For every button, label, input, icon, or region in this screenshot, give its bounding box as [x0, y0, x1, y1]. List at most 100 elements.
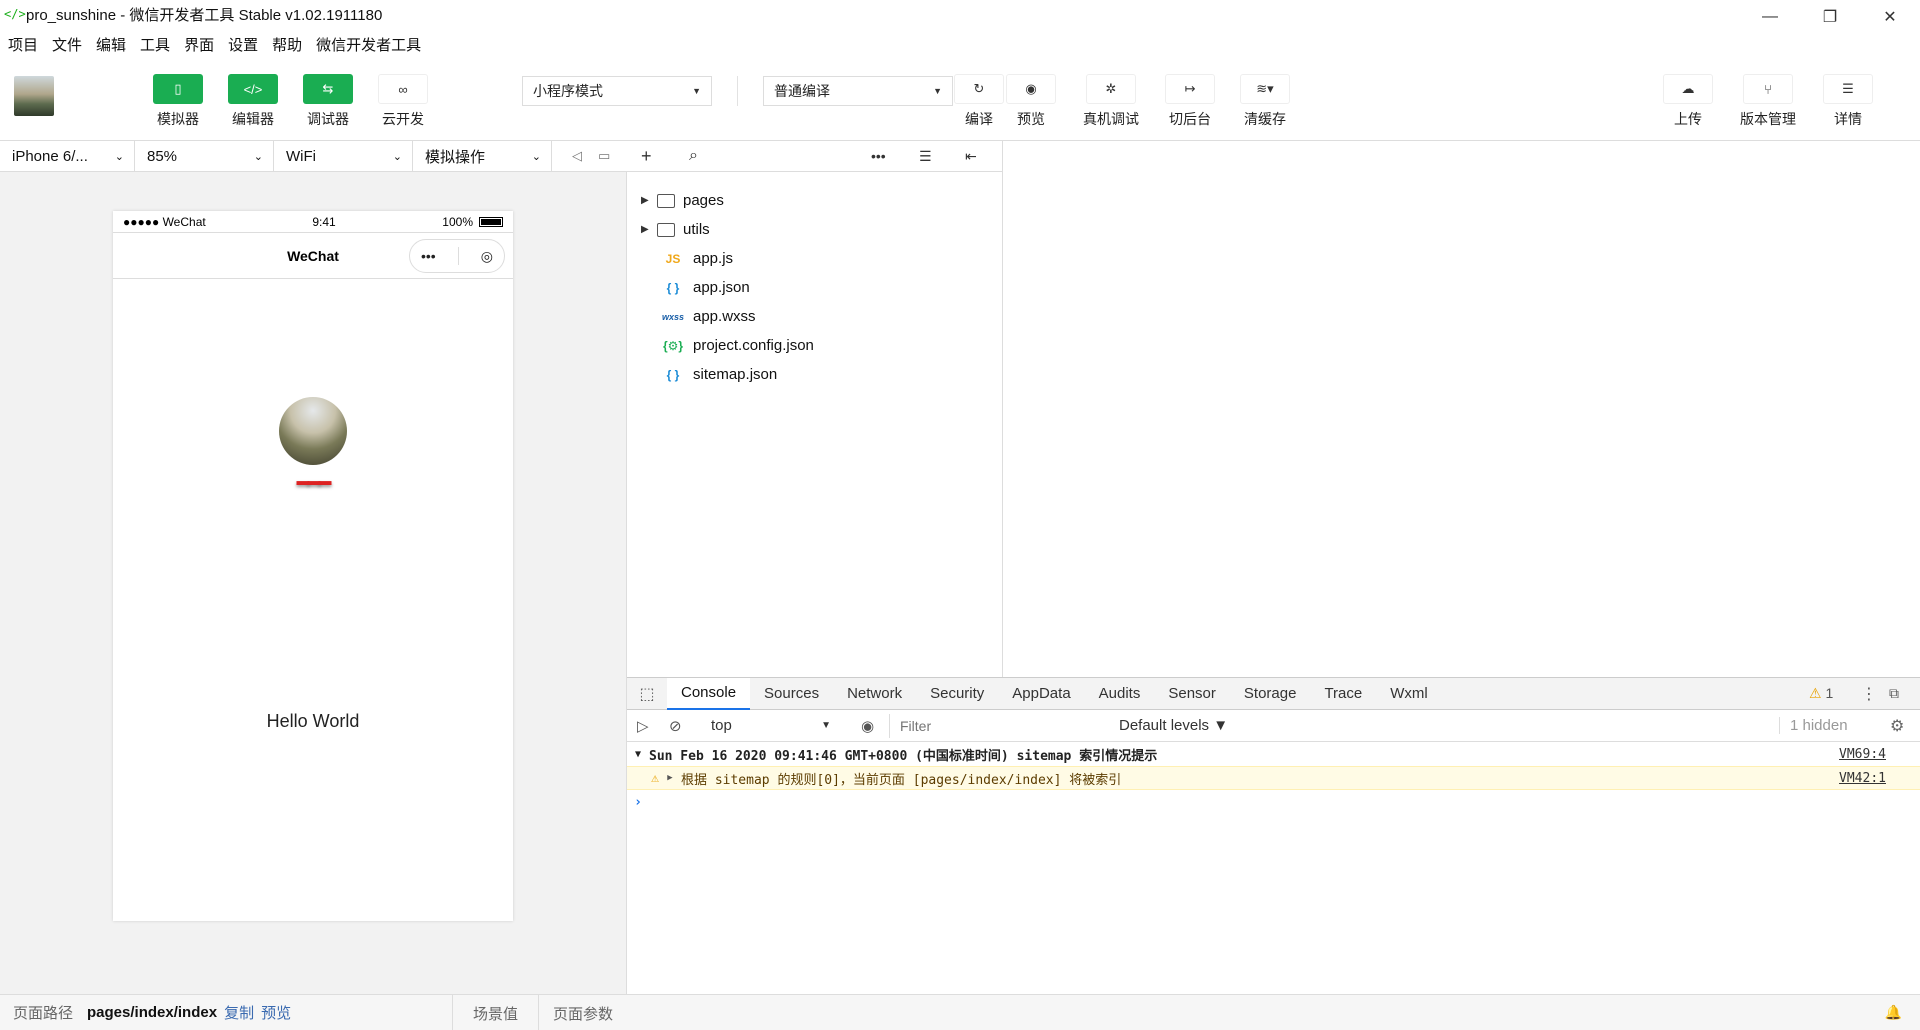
user-nickname: ▬▬▬	[296, 473, 332, 488]
js-file-icon: JS	[665, 251, 681, 266]
tree-file-sitemap-json[interactable]: { } sitemap.json	[627, 360, 1002, 389]
tab-network[interactable]: Network	[833, 678, 916, 710]
device-select[interactable]: iPhone 6/... ⌄	[0, 141, 135, 171]
tab-trace[interactable]: Trace	[1310, 678, 1376, 710]
editor-toggle-button[interactable]: </> 编辑器	[220, 74, 286, 129]
menu-item-interface[interactable]: 界面	[184, 34, 214, 55]
editor-area[interactable]	[1003, 140, 1920, 677]
close-circle-icon[interactable]: ◎	[481, 248, 493, 265]
simulate-operation-select[interactable]: 模拟操作 ⌄	[413, 141, 552, 171]
expand-arrow-icon[interactable]: ▶	[659, 773, 681, 783]
tree-file-app-wxss[interactable]: wxss app.wxss	[627, 302, 1002, 331]
file-name: sitemap.json	[693, 366, 778, 383]
devtools-menu-icon[interactable]: ⋮	[1861, 684, 1877, 704]
details-label: 详情	[1834, 111, 1862, 127]
console-settings-gear-icon[interactable]: ⚙	[1890, 716, 1904, 736]
simulator-label: 模拟器	[157, 111, 199, 127]
tab-wxml[interactable]: Wxml	[1376, 678, 1442, 710]
notification-bell-icon[interactable]: 🔔	[1885, 1004, 1902, 1021]
add-icon[interactable]: +	[641, 146, 652, 167]
tree-file-project-config[interactable]: {⚙} project.config.json	[627, 331, 1002, 360]
menu-item-wechat-devtools[interactable]: 微信开发者工具	[316, 34, 421, 55]
menu-item-help[interactable]: 帮助	[272, 34, 302, 55]
code-icon: </>	[228, 74, 278, 104]
folder-icon	[657, 193, 675, 208]
log-source-link[interactable]: VM69:4	[1839, 747, 1886, 762]
console-filter-input[interactable]	[889, 714, 1109, 738]
preview-button[interactable]: ◉ 预览	[998, 74, 1064, 129]
clear-cache-button[interactable]: ≋▾ 清缓存	[1232, 74, 1298, 129]
chevron-down-icon: ▼	[933, 86, 942, 96]
collapse-all-icon[interactable]: ☰	[919, 148, 932, 165]
tree-file-app-js[interactable]: JS app.js	[627, 244, 1002, 273]
menu-item-settings[interactable]: 设置	[228, 34, 258, 55]
tab-console[interactable]: Console	[667, 677, 751, 710]
cloud-dev-button[interactable]: ∞ 云开发	[370, 74, 436, 129]
refresh-icon: ↻	[954, 74, 1004, 104]
copy-path-link[interactable]: 复制	[224, 1002, 254, 1023]
menu-item-project[interactable]: 项目	[8, 34, 38, 55]
close-button[interactable]: ✕	[1860, 0, 1920, 34]
network-select[interactable]: WiFi ⌄	[274, 141, 413, 171]
sidebar-toggle-icon[interactable]: ▷	[637, 717, 649, 735]
version-management-button[interactable]: ⑂ 版本管理	[1735, 74, 1801, 129]
console-prompt[interactable]: ›	[627, 790, 1920, 814]
tree-folder-pages[interactable]: ▶ pages	[627, 186, 1002, 215]
tab-sensor[interactable]: Sensor	[1154, 678, 1230, 710]
toggle-sidebar-icon[interactable]: ⇤	[965, 148, 977, 165]
window-mode-icon[interactable]: ▭	[598, 148, 610, 164]
page-params-button[interactable]: 页面参数	[538, 995, 627, 1030]
menu-item-file[interactable]: 文件	[52, 34, 82, 55]
expand-triangle-icon[interactable]: ▼	[627, 749, 649, 760]
layers-icon: ≋▾	[1240, 74, 1290, 104]
minimize-button[interactable]: —	[1740, 0, 1800, 34]
chevron-down-icon: ⌄	[392, 150, 402, 163]
more-icon[interactable]: •••	[421, 248, 436, 264]
user-avatar[interactable]	[14, 76, 54, 116]
tab-security[interactable]: Security	[916, 678, 998, 710]
menu-item-edit[interactable]: 编辑	[96, 34, 126, 55]
tab-storage[interactable]: Storage	[1230, 678, 1311, 710]
remote-debug-button[interactable]: ✲ 真机调试	[1078, 74, 1144, 129]
simulator-toggle-button[interactable]: ▯ 模拟器	[145, 74, 211, 129]
switch-background-button[interactable]: ↦ 切后台	[1157, 74, 1223, 129]
console-message-group[interactable]: ▼ Sun Feb 16 2020 09:41:46 GMT+0800 (中国标…	[627, 742, 1920, 766]
clear-console-icon[interactable]: ⊘	[669, 717, 682, 735]
more-options-icon[interactable]: •••	[871, 148, 886, 164]
restore-button[interactable]: ❐	[1800, 0, 1860, 34]
mode-select[interactable]: 小程序模式 ▼	[522, 76, 712, 106]
context-select[interactable]: top ▼	[699, 714, 839, 738]
details-button[interactable]: ☰ 详情	[1815, 74, 1881, 129]
user-avatar-image[interactable]	[279, 397, 347, 465]
compile-mode-select[interactable]: 普通编译 ▼	[763, 76, 953, 106]
phone-nav-bar: WeChat ••• ◎	[113, 233, 513, 279]
config-file-icon: {⚙}	[662, 338, 684, 353]
log-levels-select[interactable]: Default levels ▼	[1119, 717, 1228, 734]
scene-value-button[interactable]: 场景值	[452, 995, 538, 1030]
inspect-element-icon[interactable]: ⬚	[627, 684, 667, 704]
device-select-value: iPhone 6/...	[12, 147, 88, 165]
preview-path-link[interactable]: 预览	[261, 1002, 291, 1023]
tree-file-app-json[interactable]: { } app.json	[627, 273, 1002, 302]
console-message-warning[interactable]: ⚠ ▶ 根据 sitemap 的规则[0]，当前页面 [pages/index/…	[627, 766, 1920, 790]
warning-counter[interactable]: ⚠ 1	[1809, 685, 1833, 702]
tab-audits[interactable]: Audits	[1085, 678, 1155, 710]
page-path-bar: 页面路径 pages/index/index 复制 预览 场景值 页面参数	[0, 994, 627, 1030]
undock-icon[interactable]: ⧉	[1889, 685, 1899, 702]
upload-button[interactable]: ☁ 上传	[1655, 74, 1721, 129]
menu-item-tools[interactable]: 工具	[140, 34, 170, 55]
cloud-link-icon: ∞	[378, 74, 428, 104]
tab-appdata[interactable]: AppData	[998, 678, 1084, 710]
debugger-toggle-button[interactable]: ⇆ 调试器	[295, 74, 361, 129]
zoom-select[interactable]: 85% ⌄	[135, 141, 274, 171]
tree-folder-utils[interactable]: ▶ utils	[627, 215, 1002, 244]
log-source-link[interactable]: VM42:1	[1839, 771, 1886, 786]
switch-background-icon: ↦	[1165, 74, 1215, 104]
chevron-down-icon: ⌄	[114, 150, 124, 163]
simulator-extra-controls: ◁ ▭	[552, 141, 610, 171]
search-icon[interactable]: ⌕	[689, 147, 698, 165]
tab-sources[interactable]: Sources	[750, 678, 833, 710]
volume-icon[interactable]: ◁	[572, 148, 582, 164]
live-expression-eye-icon[interactable]: ◉	[861, 717, 874, 735]
menu-bar: 项目 文件 编辑 工具 界面 设置 帮助 微信开发者工具	[0, 30, 435, 58]
